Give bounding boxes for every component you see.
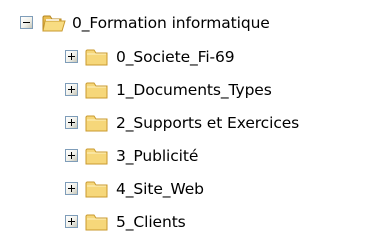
collapse-minus-icon[interactable] [20, 16, 33, 29]
tree-node-label: 1_Documents_Types [116, 81, 272, 99]
tree-node-supports-exercices[interactable]: 2_Supports et Exercices [0, 110, 365, 136]
folder-icon [84, 211, 110, 233]
tree-node-label: 0_Societe_Fi-69 [116, 48, 235, 66]
expand-plus-icon[interactable] [65, 215, 78, 228]
tree-root-node[interactable]: 0_Formation informatique [0, 10, 365, 36]
expand-plus-icon[interactable] [65, 50, 78, 63]
tree-node-publicite[interactable]: 3_Publicité [0, 143, 365, 169]
folder-tree: 0_Formation informatique 0_Societe_Fi-69… [0, 0, 365, 248]
folder-icon [84, 145, 110, 167]
tree-node-site-web[interactable]: 4_Site_Web [0, 176, 365, 202]
folder-icon [84, 79, 110, 101]
folder-icon [84, 112, 110, 134]
tree-node-clients[interactable]: 5_Clients [0, 209, 365, 235]
tree-node-societe[interactable]: 0_Societe_Fi-69 [0, 44, 365, 70]
expand-plus-icon[interactable] [65, 182, 78, 195]
tree-root-label: 0_Formation informatique [72, 14, 270, 32]
folder-icon [84, 46, 110, 68]
open-folder-icon [41, 12, 67, 34]
expand-plus-icon[interactable] [65, 116, 78, 129]
tree-node-label: 4_Site_Web [116, 180, 204, 198]
folder-icon [84, 178, 110, 200]
tree-node-label: 2_Supports et Exercices [116, 114, 300, 132]
tree-node-label: 5_Clients [116, 213, 186, 231]
tree-node-label: 3_Publicité [116, 147, 199, 165]
expand-plus-icon[interactable] [65, 83, 78, 96]
tree-node-documents-types[interactable]: 1_Documents_Types [0, 77, 365, 103]
expand-plus-icon[interactable] [65, 149, 78, 162]
